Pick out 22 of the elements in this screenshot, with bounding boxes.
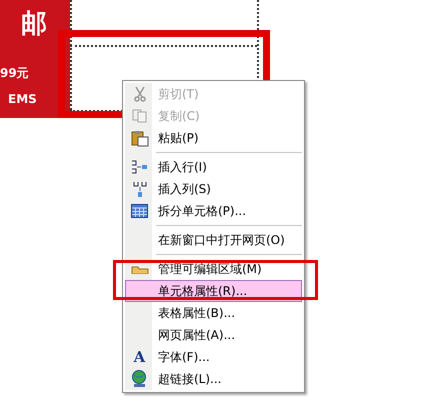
menu-item[interactable]: 插入列(S) [125, 178, 302, 200]
insert-column-icon [132, 180, 146, 198]
menu-item[interactable]: 管理可编辑区域(M) [125, 258, 302, 280]
table-icon [131, 204, 148, 218]
shipping-text: EMS [8, 92, 37, 106]
insert-row-icon [131, 160, 148, 174]
banner-headline: 邮 [21, 9, 47, 39]
globe-icon [131, 370, 148, 388]
menu-item[interactable]: 在新窗口中打开网页(O) [125, 229, 302, 251]
copy-icon [132, 109, 148, 123]
menu-item[interactable]: A 字体(F)... [125, 346, 302, 368]
folder-icon [130, 264, 148, 274]
clipboard-icon [130, 130, 148, 146]
menu-item[interactable]: 拆分单元格(P)... [125, 200, 302, 222]
price-text: 99元 [0, 65, 29, 82]
font-icon: A [134, 348, 146, 366]
menu-item[interactable]: 插入行(I) [125, 156, 302, 178]
menu-item[interactable]: 超链接(L)... [125, 368, 302, 390]
scissors-icon [132, 86, 146, 102]
menu-item[interactable]: 网页属性(A)... [125, 324, 302, 346]
menu-item[interactable]: 表格属性(B)... [125, 302, 302, 324]
menu-item[interactable]: 粘贴(P) [125, 127, 302, 149]
